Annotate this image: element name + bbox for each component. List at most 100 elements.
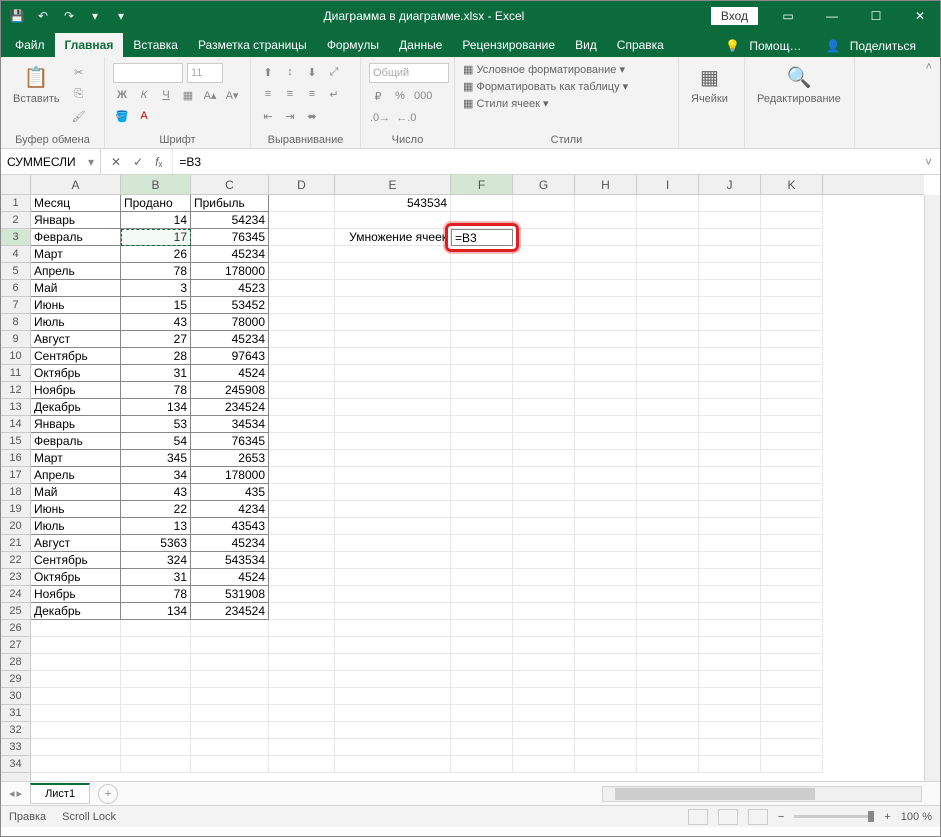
cell[interactable]: Июнь (31, 501, 121, 518)
cell[interactable] (637, 382, 699, 399)
cell[interactable]: 76345 (191, 433, 269, 450)
cell[interactable] (269, 348, 335, 365)
cell[interactable] (513, 722, 575, 739)
cell[interactable] (575, 280, 637, 297)
fill-color-button[interactable]: 🪣 (113, 107, 131, 125)
cell[interactable] (335, 297, 451, 314)
cell[interactable] (575, 620, 637, 637)
cell[interactable] (335, 518, 451, 535)
cell[interactable]: Умножение ячеек (335, 229, 451, 246)
cell[interactable] (761, 535, 823, 552)
cell[interactable] (269, 756, 335, 773)
cell[interactable] (31, 688, 121, 705)
cell[interactable] (575, 688, 637, 705)
cell[interactable] (335, 331, 451, 348)
cell[interactable] (269, 263, 335, 280)
comma-icon[interactable]: 000 (413, 87, 433, 105)
row-header[interactable]: 15 (1, 433, 30, 450)
cell[interactable] (513, 416, 575, 433)
cell[interactable] (699, 688, 761, 705)
cell[interactable] (575, 331, 637, 348)
cell[interactable] (451, 195, 513, 212)
cell[interactable] (513, 552, 575, 569)
cell[interactable] (761, 450, 823, 467)
cell[interactable]: 34 (121, 467, 191, 484)
row-header[interactable]: 13 (1, 399, 30, 416)
cell[interactable] (451, 484, 513, 501)
row-header[interactable]: 10 (1, 348, 30, 365)
cell[interactable]: 45234 (191, 246, 269, 263)
close-icon[interactable]: ✕ (900, 1, 940, 31)
cell[interactable] (637, 280, 699, 297)
cell[interactable] (451, 620, 513, 637)
cell[interactable] (699, 263, 761, 280)
grow-font-icon[interactable]: A▴ (201, 86, 219, 104)
cell[interactable]: 78000 (191, 314, 269, 331)
cell[interactable] (335, 671, 451, 688)
chevron-down-icon[interactable]: ▾ (88, 155, 94, 169)
cell[interactable] (637, 195, 699, 212)
tab-help[interactable]: Справка (607, 33, 674, 57)
cell[interactable] (335, 450, 451, 467)
cell[interactable]: 134 (121, 399, 191, 416)
cell[interactable]: Январь (31, 212, 121, 229)
row-header[interactable]: 34 (1, 756, 30, 773)
cell[interactable] (637, 756, 699, 773)
cell[interactable]: 178000 (191, 467, 269, 484)
cell[interactable] (637, 586, 699, 603)
cell[interactable] (761, 365, 823, 382)
cell[interactable] (451, 331, 513, 348)
shrink-font-icon[interactable]: A▾ (223, 86, 241, 104)
cell[interactable]: Декабрь (31, 399, 121, 416)
cell[interactable] (637, 399, 699, 416)
cell[interactable] (699, 382, 761, 399)
tab-page-layout[interactable]: Разметка страницы (188, 33, 317, 57)
cell[interactable] (513, 739, 575, 756)
paste-button[interactable]: 📋 Вставить (9, 61, 64, 107)
cell[interactable] (637, 620, 699, 637)
cell[interactable]: 134 (121, 603, 191, 620)
cell[interactable] (761, 467, 823, 484)
cell[interactable] (451, 637, 513, 654)
cell[interactable] (699, 212, 761, 229)
redo-icon[interactable]: ↷ (61, 8, 77, 24)
cell[interactable]: Месяц (31, 195, 121, 212)
cell[interactable] (451, 688, 513, 705)
cell[interactable] (335, 535, 451, 552)
cell[interactable] (637, 705, 699, 722)
cell[interactable] (699, 399, 761, 416)
cell[interactable] (637, 331, 699, 348)
row-header[interactable]: 17 (1, 467, 30, 484)
cell[interactable]: 43 (121, 484, 191, 501)
cell[interactable] (699, 450, 761, 467)
cell[interactable] (575, 654, 637, 671)
row-header[interactable]: 22 (1, 552, 30, 569)
cell[interactable] (575, 450, 637, 467)
cell[interactable]: 531908 (191, 586, 269, 603)
cell[interactable] (761, 705, 823, 722)
cell[interactable] (335, 246, 451, 263)
cell[interactable] (191, 688, 269, 705)
cell[interactable] (335, 722, 451, 739)
cell[interactable] (451, 501, 513, 518)
cell[interactable] (699, 348, 761, 365)
decrease-indent-icon[interactable]: ⇤ (259, 107, 277, 125)
cell[interactable] (575, 739, 637, 756)
cell[interactable] (269, 433, 335, 450)
cell[interactable] (335, 280, 451, 297)
cell[interactable]: Январь (31, 416, 121, 433)
cell[interactable]: 27 (121, 331, 191, 348)
cell[interactable] (269, 246, 335, 263)
maximize-icon[interactable]: ☐ (856, 1, 896, 31)
cell[interactable]: Август (31, 535, 121, 552)
cell[interactable] (575, 348, 637, 365)
cell[interactable] (269, 722, 335, 739)
cell[interactable] (699, 637, 761, 654)
editing-button[interactable]: 🔍Редактирование (753, 61, 845, 107)
cell[interactable] (761, 637, 823, 654)
row-header[interactable]: 1 (1, 195, 30, 212)
cell[interactable]: Февраль (31, 433, 121, 450)
cell[interactable] (513, 705, 575, 722)
row-header[interactable]: 8 (1, 314, 30, 331)
cell[interactable] (335, 586, 451, 603)
